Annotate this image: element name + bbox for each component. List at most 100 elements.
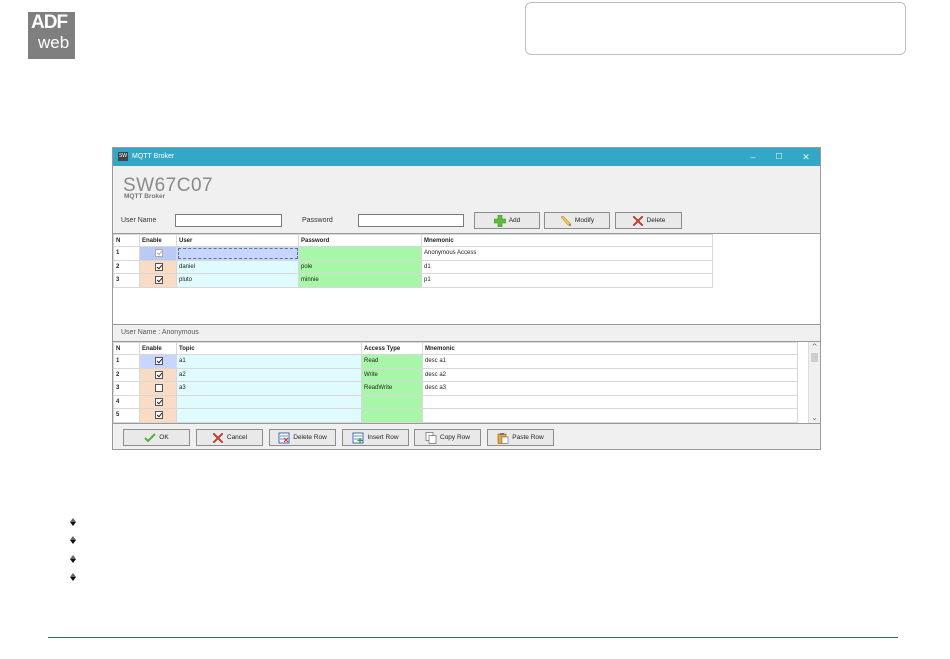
topic-cell[interactable] — [176, 408, 362, 423]
bullet-icon — [69, 536, 77, 544]
mnemonic-cell[interactable]: p1 — [421, 273, 713, 288]
topic-cell[interactable]: a2 — [176, 367, 362, 382]
enable-checkbox[interactable] — [155, 397, 163, 406]
delete-button[interactable]: Delete — [615, 212, 682, 229]
col-password[interactable]: Password — [298, 234, 422, 247]
table-row[interactable]: 2 daniel pole d1 — [113, 259, 713, 274]
col-mnemonic[interactable]: Mnemonic — [421, 234, 713, 247]
users-header-row: N Enable User Password Mnemonic — [113, 234, 713, 247]
table-row[interactable]: 1 a1 Read desc a1 — [113, 354, 798, 369]
topic-cell[interactable]: a1 — [176, 354, 362, 369]
access-type-cell[interactable] — [361, 408, 423, 423]
enable-checkbox[interactable] — [155, 357, 163, 366]
mnemonic-cell[interactable]: desc a1 — [422, 354, 798, 369]
mnemonic-cell[interactable]: Anonymous Access — [421, 246, 713, 261]
copy-icon — [425, 431, 437, 444]
password-label: Password — [302, 217, 333, 224]
enable-checkbox-cell[interactable] — [139, 367, 177, 382]
topic-cell[interactable] — [176, 394, 362, 409]
user-cell[interactable]: pluto — [176, 273, 299, 288]
copy-row-button[interactable]: Copy Row — [414, 429, 481, 446]
enable-checkbox[interactable] — [155, 384, 163, 393]
enable-checkbox-cell[interactable] — [139, 408, 177, 423]
enable-checkbox-cell[interactable] — [139, 273, 177, 288]
password-input[interactable] — [358, 214, 464, 227]
check-icon — [144, 432, 157, 444]
ok-button[interactable]: OK — [123, 429, 190, 446]
mnemonic-cell[interactable]: desc a3 — [422, 381, 798, 396]
col-mnemonic[interactable]: Mnemonic — [422, 342, 798, 355]
access-type-cell[interactable]: Read — [361, 354, 423, 369]
table-row[interactable]: 3 pluto minnie p1 — [113, 273, 713, 288]
modify-label: Modify — [574, 217, 595, 224]
maximize-button[interactable]: ☐ — [772, 151, 786, 163]
user-cell[interactable]: daniel — [176, 259, 299, 274]
scroll-down-icon[interactable]: ⌄ — [809, 413, 820, 423]
password-cell[interactable] — [298, 246, 422, 261]
user-name-input[interactable] — [175, 214, 282, 227]
password-cell[interactable]: minnie — [298, 273, 422, 288]
modify-button[interactable]: Modify — [544, 212, 610, 229]
access-type-cell[interactable] — [361, 394, 423, 409]
col-n[interactable]: N — [113, 342, 140, 355]
enable-checkbox[interactable] — [155, 370, 163, 379]
access-type-cell[interactable]: ReadWrite — [361, 381, 423, 396]
topics-grid: N Enable Topic Access Type Mnemonic 1 a1… — [113, 341, 820, 424]
col-user[interactable]: User — [176, 234, 299, 247]
mnemonic-cell[interactable] — [422, 408, 798, 423]
mnemonic-cell[interactable] — [422, 394, 798, 409]
footer-divider — [48, 637, 898, 638]
enable-checkbox[interactable] — [155, 262, 163, 271]
password-cell[interactable]: pole — [298, 259, 422, 274]
paste-icon — [497, 432, 509, 444]
paste-row-label: Paste Row — [512, 434, 544, 441]
table-row[interactable]: 5 — [113, 408, 798, 423]
minimize-button[interactable]: – — [746, 151, 760, 163]
app-subtitle: MQTT Broker — [124, 193, 166, 200]
col-enable[interactable]: Enable — [139, 342, 177, 355]
enable-checkbox[interactable] — [155, 276, 163, 285]
insert-row-label: Insert Row — [367, 434, 399, 441]
col-access-type[interactable]: Access Type — [361, 342, 423, 355]
bullet-icon — [69, 518, 77, 526]
enable-checkbox-cell[interactable] — [139, 394, 177, 409]
mqtt-broker-window: SW MQTT Broker – ☐ ✕ SW67C07 MQTT Broker… — [112, 147, 821, 450]
pencil-icon — [560, 215, 572, 227]
access-type-cell[interactable]: Write — [361, 367, 423, 382]
enable-checkbox-cell[interactable] — [139, 381, 177, 396]
topic-cell[interactable]: a3 — [176, 381, 362, 396]
table-row[interactable]: 1 Anonymous Access — [113, 246, 713, 261]
adfweb-logo: ADF web — [28, 12, 75, 59]
enable-checkbox[interactable] — [155, 249, 163, 258]
scroll-thumb[interactable] — [811, 353, 818, 362]
close-button[interactable]: ✕ — [799, 151, 813, 163]
delete-row-button[interactable]: Delete Row — [269, 429, 336, 446]
col-topic[interactable]: Topic — [176, 342, 362, 355]
logo-line1: ADF — [31, 12, 68, 33]
paste-row-button[interactable]: Paste Row — [487, 429, 554, 446]
scroll-up-icon[interactable]: ^ — [809, 342, 820, 352]
topics-scrollbar[interactable]: ^ ⌄ — [808, 342, 820, 423]
table-row[interactable]: 3 a3 ReadWrite desc a3 — [113, 381, 798, 396]
enable-checkbox-cell[interactable] — [139, 259, 177, 274]
cancel-button[interactable]: Cancel — [196, 429, 263, 446]
cancel-label: Cancel — [226, 434, 248, 441]
window-titlebar: SW MQTT Broker – ☐ ✕ — [113, 148, 820, 166]
row-number: 1 — [113, 246, 140, 261]
enable-checkbox-cell[interactable] — [139, 246, 177, 261]
table-row[interactable]: 2 a2 Write desc a2 — [113, 367, 798, 382]
enable-checkbox-cell[interactable] — [139, 354, 177, 369]
add-button[interactable]: Add — [474, 212, 540, 229]
insert-row-button[interactable]: Insert Row — [342, 429, 409, 446]
user-cell[interactable] — [176, 246, 299, 261]
row-number: 2 — [113, 259, 140, 274]
col-n[interactable]: N — [113, 234, 140, 247]
delete-icon — [632, 215, 644, 227]
mnemonic-cell[interactable]: desc a2 — [422, 367, 798, 382]
copy-row-label: Copy Row — [440, 434, 470, 441]
enable-checkbox[interactable] — [155, 411, 163, 420]
table-row[interactable]: 4 — [113, 394, 798, 409]
mnemonic-cell[interactable]: d1 — [421, 259, 713, 274]
add-label: Add — [508, 217, 521, 224]
col-enable[interactable]: Enable — [139, 234, 177, 247]
